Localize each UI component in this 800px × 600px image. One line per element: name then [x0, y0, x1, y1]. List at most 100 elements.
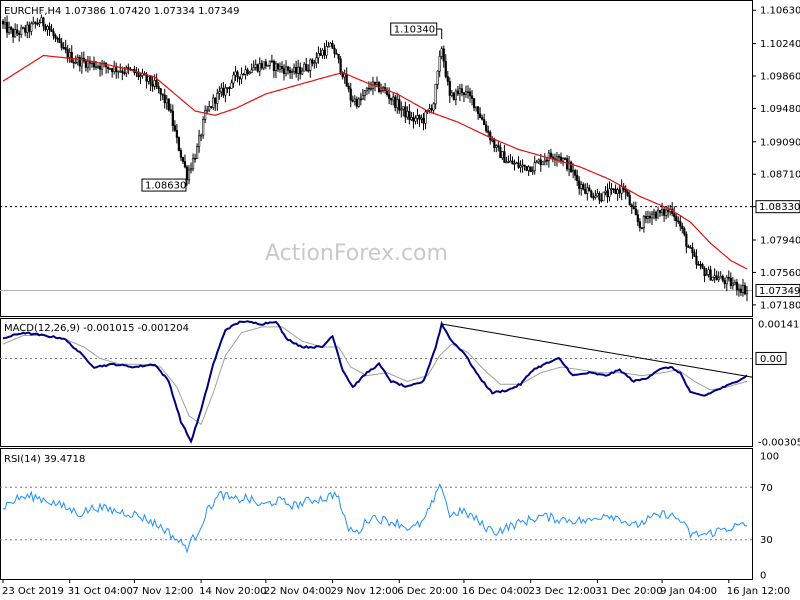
rsi-line-path	[2, 483, 748, 554]
candle-body	[24, 27, 27, 33]
candle-body	[693, 252, 696, 257]
candle-body	[733, 282, 736, 285]
candle-body	[713, 275, 716, 278]
macd-trendline	[441, 323, 753, 378]
candle-body	[349, 88, 352, 101]
y-tick-label: 1.08710	[760, 170, 800, 181]
candle-body	[252, 67, 255, 71]
candle-body	[436, 70, 439, 85]
candle-body	[309, 59, 312, 71]
candle-body	[432, 103, 435, 111]
macd-tick-bottom: -0.003055	[758, 438, 800, 449]
candle-body	[226, 87, 229, 89]
candle-body	[151, 83, 154, 87]
candle-body	[438, 56, 441, 72]
candle-body	[62, 47, 65, 49]
candle-body	[656, 209, 660, 219]
candle-body	[673, 213, 676, 217]
candle-body	[618, 189, 621, 194]
candle-body	[505, 161, 508, 164]
candle-body	[236, 71, 239, 78]
candle-body	[687, 246, 690, 248]
candle-body	[123, 72, 126, 74]
candle-body	[54, 35, 57, 39]
candle-body	[711, 276, 714, 281]
candle-body	[367, 87, 371, 90]
candle-body	[705, 274, 708, 277]
candle-body	[608, 188, 611, 198]
candle-body	[339, 58, 342, 73]
candle-body	[7, 27, 11, 33]
candle-body	[70, 52, 73, 63]
candle-body	[491, 139, 494, 142]
candle-body	[240, 73, 243, 80]
candle-body	[440, 48, 443, 57]
candle-body	[507, 161, 510, 163]
candle-body	[5, 21, 9, 33]
candle-body	[355, 98, 358, 107]
candle-body	[394, 96, 397, 108]
candle-body	[14, 29, 17, 38]
candle-body	[36, 22, 39, 25]
candle-body	[147, 76, 150, 82]
x-tick-label: 23 Dec 12:00	[529, 586, 596, 597]
candle-body	[414, 117, 417, 122]
candle-body	[584, 188, 587, 194]
candle-body	[329, 43, 332, 47]
candle-body	[586, 187, 589, 194]
x-tick-label: 7 Nov 12:00	[132, 586, 193, 597]
candle-body	[727, 277, 730, 279]
chart-canvas: ActionForex.com EURCHF,H4 1.07386 1.0742…	[0, 0, 800, 597]
candle-body	[323, 49, 326, 56]
candle-body	[369, 87, 373, 90]
candle-body	[386, 90, 389, 95]
candle-body	[357, 98, 360, 107]
candle-body	[420, 117, 423, 120]
candle-body	[464, 91, 468, 95]
rsi-line	[2, 483, 748, 554]
candle-body	[636, 214, 639, 222]
candle-body	[515, 162, 518, 165]
candle-body	[222, 87, 225, 96]
candle-body	[392, 96, 395, 101]
candle-body	[181, 156, 185, 162]
candle-body	[84, 60, 87, 68]
candle-body	[30, 23, 33, 32]
candle-body	[34, 21, 37, 24]
x-tick-label: 6 Dec 20:00	[397, 586, 458, 597]
candle-body	[216, 93, 219, 104]
candle-body	[404, 106, 407, 118]
candle-body	[305, 63, 308, 71]
candle-body	[388, 94, 391, 99]
candle-body	[697, 263, 700, 266]
price-panel-title: EURCHF,H4 1.07386 1.07420 1.07334 1.0734…	[4, 6, 240, 17]
candle-body	[731, 283, 734, 287]
candle-body	[517, 162, 520, 168]
candle-body	[280, 65, 284, 69]
candle-body	[98, 65, 102, 70]
candle-body	[519, 165, 522, 168]
candle-body	[642, 216, 645, 229]
candle-body	[541, 161, 544, 166]
candle-body	[614, 188, 617, 194]
x-axis: 23 Oct 2019 31 Oct 04:00 7 Nov 12:00 14 Nov…	[2, 579, 790, 597]
candle-body	[198, 135, 201, 147]
candle-body	[169, 109, 172, 112]
candle-body	[596, 193, 599, 197]
candle-body	[503, 151, 506, 163]
x-tick-label: 16 Dec 04:00	[462, 586, 529, 597]
candle-body	[521, 164, 524, 167]
x-tick-label: 16 Jan 12:00	[727, 586, 790, 597]
candle-body	[428, 108, 431, 111]
candle-body	[58, 38, 61, 44]
candle-body	[400, 108, 403, 111]
candle-body	[319, 53, 322, 56]
candle-body	[246, 69, 249, 75]
candle-body	[398, 99, 401, 111]
candle-body	[638, 221, 641, 228]
candle-body	[527, 166, 530, 171]
candle-body	[667, 209, 670, 213]
candle-body	[644, 216, 648, 219]
candle-body	[648, 215, 652, 219]
candle-body	[9, 27, 13, 30]
